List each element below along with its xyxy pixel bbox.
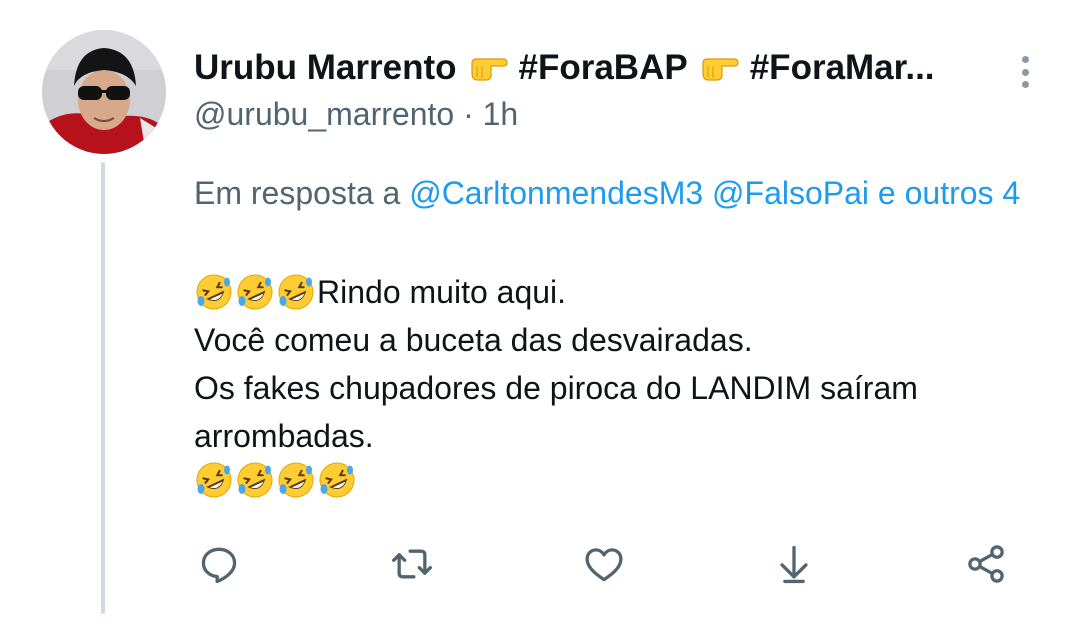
mention-falsopai[interactable]: @FalsoPai [712, 175, 869, 211]
action-bar [0, 540, 1080, 590]
avatar-image [42, 30, 166, 154]
avatar[interactable] [42, 30, 166, 154]
retweet-icon [392, 549, 432, 579]
tweet-line-1: Rindo muito aqui. [194, 268, 1044, 316]
share-button[interactable] [962, 540, 1010, 588]
rolling-on-floor-laughing-icon [194, 272, 234, 312]
author-name-tag-1: #ForaBAP [469, 48, 688, 88]
author-handle[interactable]: @urubu_marrento [194, 96, 454, 132]
tweet-text-line-4: arrombadas. [194, 418, 374, 454]
tweet-line-4: arrombadas. [194, 412, 1044, 460]
author-name[interactable]: Urubu Marrento [194, 48, 457, 88]
download-icon [780, 545, 808, 584]
author-handle-line: @urubu_marrento · 1h [194, 96, 518, 133]
reply-conjunction[interactable]: e [878, 175, 896, 211]
tweet-line-3: Os fakes chupadores de piroca do LANDIM … [194, 364, 1044, 412]
like-button[interactable] [580, 540, 628, 588]
heart-icon [585, 548, 623, 582]
tweet-text: Rindo muito aqui. Você comeu a buceta da… [194, 268, 1044, 500]
reply-icon [201, 547, 237, 584]
download-button[interactable] [770, 540, 818, 588]
author-tag-foraMar: #ForaMar... [749, 48, 935, 87]
share-icon [968, 545, 1004, 583]
tweet-text-line-1: Rindo muito aqui. [317, 274, 567, 310]
mention-carltonmendes[interactable]: @CarltonmendesM3 [409, 175, 703, 211]
author-tag-foraBAP: #ForaBAP [518, 48, 688, 87]
backhand-index-pointing-right-icon [700, 53, 740, 83]
more-vertical-icon[interactable] [1010, 52, 1040, 92]
reply-button[interactable] [195, 540, 243, 588]
tweet-text-line-3: Os fakes chupadores de piroca do LANDIM … [194, 370, 918, 406]
backhand-index-pointing-right-icon [469, 53, 509, 83]
reply-prefix: Em resposta a [194, 175, 401, 211]
rolling-on-floor-laughing-icon [276, 460, 316, 500]
retweet-button[interactable] [388, 540, 436, 588]
rolling-on-floor-laughing-icon [235, 460, 275, 500]
rolling-on-floor-laughing-icon [276, 272, 316, 312]
author-name-tag-2: #ForaMar... [700, 48, 935, 88]
tweet-text-line-2: Você comeu a buceta das desvairadas. [194, 322, 753, 358]
rolling-on-floor-laughing-icon [317, 460, 357, 500]
tweet[interactable]: Urubu Marrento #ForaBAP #ForaMar... @uru… [0, 0, 1080, 639]
author-name-line[interactable]: Urubu Marrento #ForaBAP #ForaMar... [194, 48, 935, 88]
tweet-line-5 [194, 460, 1044, 500]
reply-context: Em resposta a @CarltonmendesM3 @FalsoPai… [194, 168, 1044, 218]
tweet-line-2: Você comeu a buceta das desvairadas. [194, 316, 1044, 364]
rolling-on-floor-laughing-icon [194, 460, 234, 500]
separator-dot: · [463, 96, 474, 132]
timestamp[interactable]: 1h [483, 96, 519, 132]
rolling-on-floor-laughing-icon [235, 272, 275, 312]
mention-others[interactable]: outros 4 [905, 175, 1021, 211]
